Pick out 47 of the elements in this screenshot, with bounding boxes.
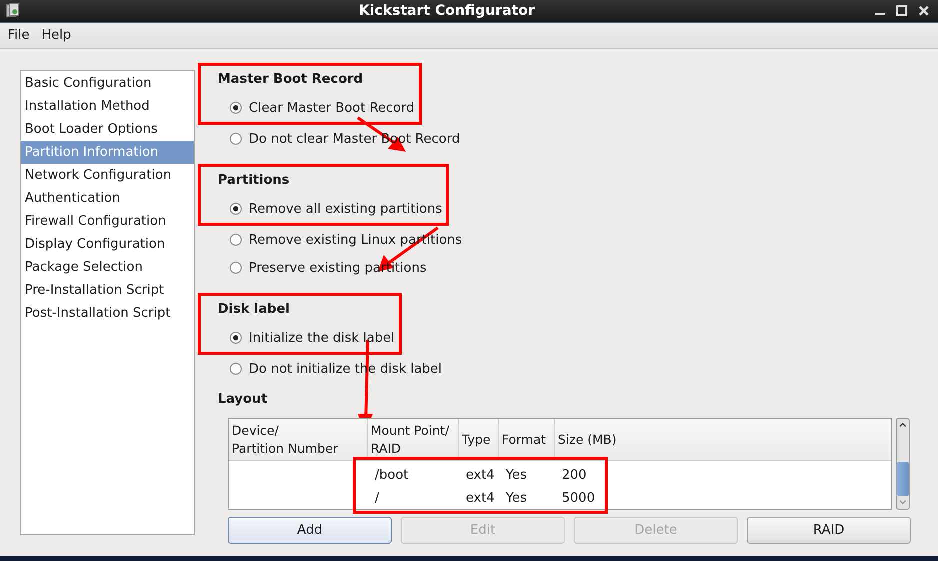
table-cell-text: ext4	[465, 491, 496, 506]
section-heading: Master Boot Record	[218, 71, 364, 89]
radio-button[interactable]	[230, 234, 242, 246]
radio-button[interactable]	[230, 102, 242, 114]
column-header[interactable]: Type	[459, 419, 499, 460]
radio-button[interactable]	[230, 332, 242, 344]
sidebar-item[interactable]: Basic Configuration	[21, 72, 194, 95]
action-button[interactable]: RAID	[747, 517, 911, 544]
menu-item[interactable]: Help	[36, 26, 78, 45]
scroll-thumb[interactable]	[897, 462, 909, 496]
table-cell-text: /	[374, 491, 380, 506]
scrollbar[interactable]	[896, 418, 910, 510]
sidebar-item[interactable]: Network Configuration	[21, 164, 194, 187]
column-header[interactable]: Device/ Partition Number	[229, 419, 368, 460]
column-header[interactable]: Size (MB)	[555, 419, 891, 460]
section-heading: Partitions	[218, 172, 291, 190]
sidebar-item[interactable]: Boot Loader Options	[21, 118, 194, 141]
table-cell-text: 5000	[561, 491, 596, 506]
action-button[interactable]: Add	[228, 517, 392, 544]
radio-option[interactable]: Clear Master Boot Record	[230, 94, 419, 122]
table-cell-text: 200	[561, 468, 588, 483]
sidebar-item[interactable]: Display Configuration	[21, 233, 194, 256]
app-icon	[6, 3, 20, 19]
close-icon[interactable]	[918, 5, 930, 17]
sidebar-item[interactable]: Firewall Configuration	[21, 210, 194, 233]
radio-option[interactable]: Initialize the disk label	[230, 324, 399, 352]
column-header[interactable]: Format	[499, 419, 555, 460]
section-heading: Disk label	[218, 301, 291, 319]
table-cell-text: ext4	[465, 468, 496, 483]
maximize-icon[interactable]	[896, 5, 908, 17]
radio-button[interactable]	[230, 133, 242, 145]
menu-item[interactable]: File	[2, 26, 36, 45]
radio-button[interactable]	[230, 262, 242, 274]
section-heading: Layout	[218, 392, 268, 407]
column-header[interactable]: Mount Point/ RAID	[368, 419, 459, 460]
table-cell-text: Yes	[505, 468, 528, 483]
radio-button[interactable]	[230, 363, 242, 375]
radio-option[interactable]: Remove all existing partitions	[230, 195, 446, 223]
radio-button[interactable]	[230, 203, 242, 215]
table-cell-text: /boot	[374, 468, 410, 483]
table-cell-text: Yes	[505, 491, 528, 506]
sidebar-item[interactable]: Authentication	[21, 187, 194, 210]
sidebar-item[interactable]: Post-Installation Script	[21, 302, 194, 325]
sidebar-item[interactable]: Pre-Installation Script	[21, 279, 194, 302]
sidebar-item[interactable]: Installation Method	[21, 95, 194, 118]
window-title: Kickstart Configurator	[358, 3, 536, 19]
sidebar-item[interactable]: Package Selection	[21, 256, 194, 279]
